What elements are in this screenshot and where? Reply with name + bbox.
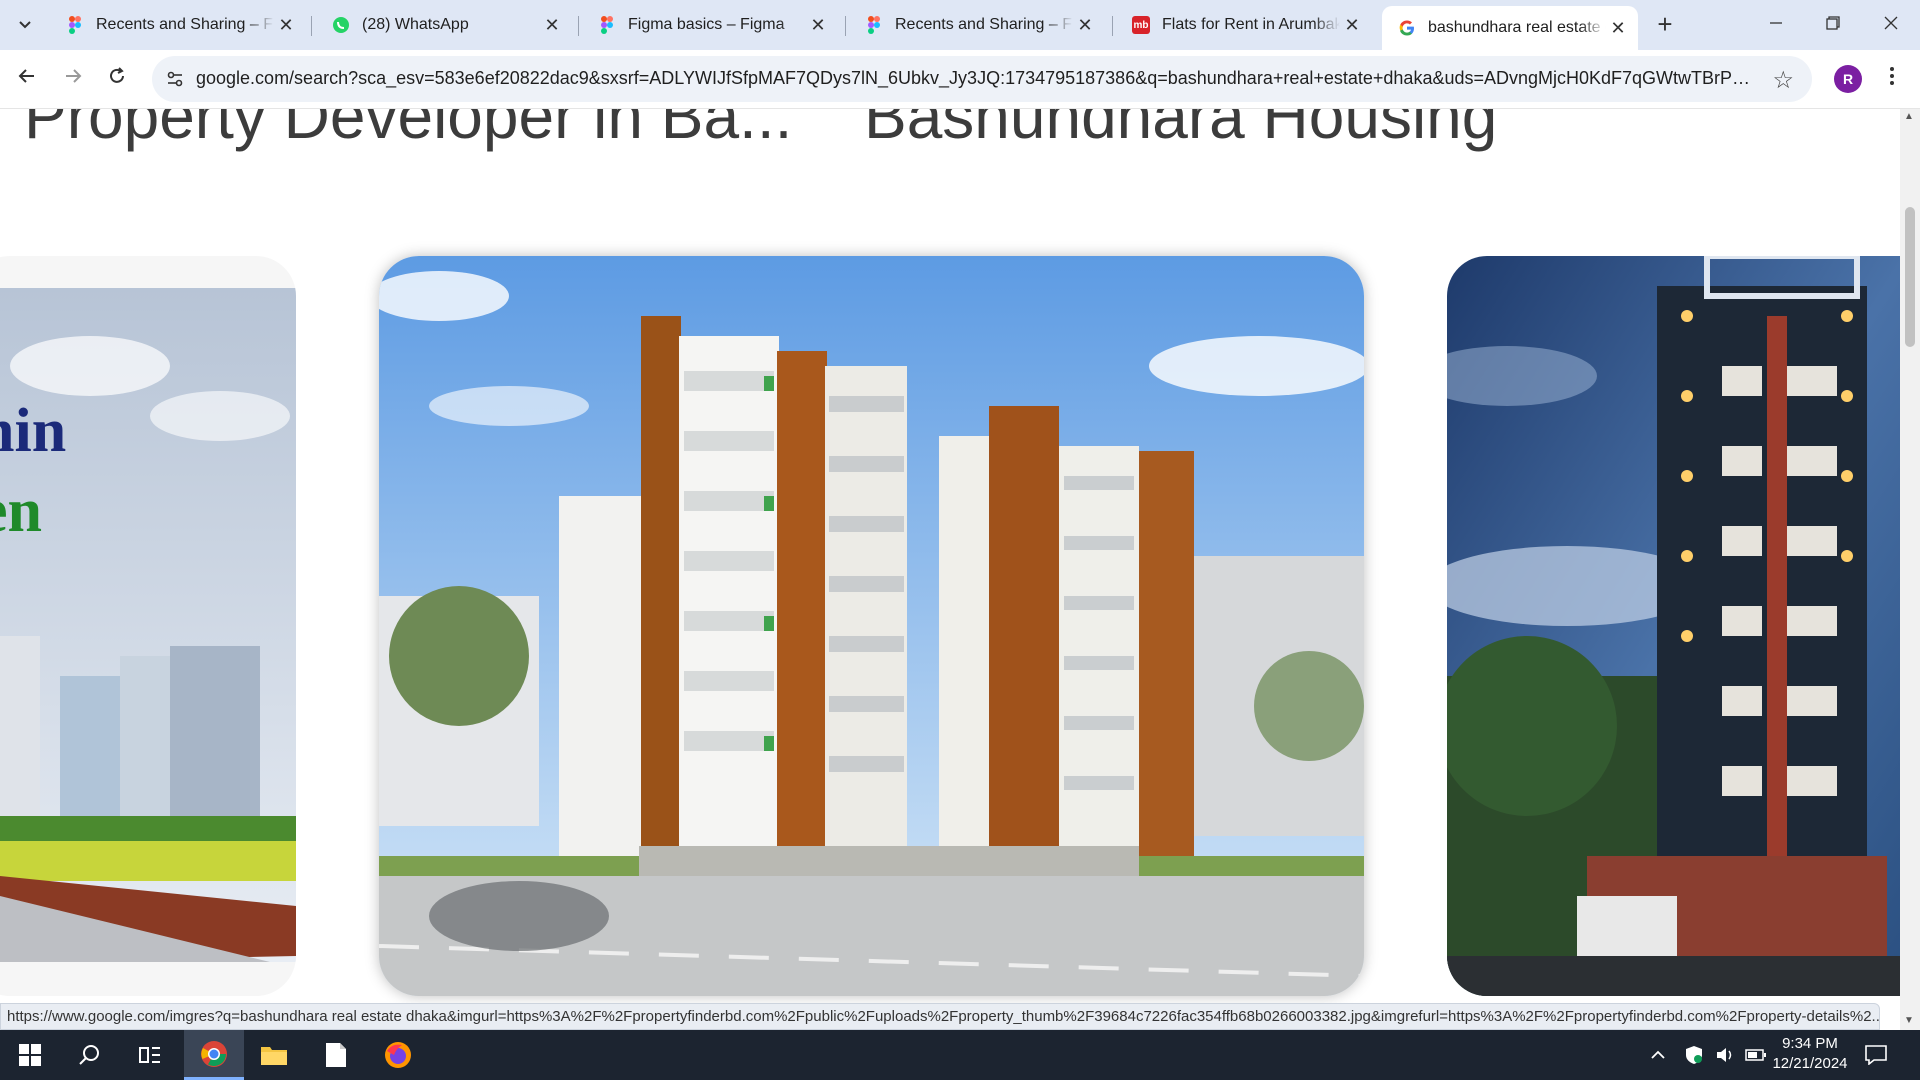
folder-icon [261,1047,287,1065]
tab-title: (28) WhatsApp [362,16,469,33]
chrome-icon [201,1040,227,1067]
taskbar-file-explorer[interactable] [244,1030,304,1080]
browser-toolbar: google.com/search?sca_esv=583e6ef20822da… [0,50,1920,109]
tab-figma-recents-2[interactable]: Recents and Sharing – Figma ✕ [849,6,1105,44]
windows-icon [19,1044,41,1066]
arrow-right-icon [66,69,82,83]
new-tab-button[interactable]: + [1650,10,1680,40]
close-icon[interactable]: ✕ [540,15,564,36]
taskbar-firefox[interactable] [368,1030,428,1080]
side-left-text-1: hin [0,397,66,465]
close-window-button[interactable] [1868,8,1914,40]
tab-title: Figma basics – Figma [628,16,785,33]
tab-title: bashundhara real estate dhaka [1428,19,1606,36]
image-card-left[interactable]: hin en [0,256,296,996]
figma-icon [66,16,84,34]
arrow-left-icon [18,69,34,83]
profile-avatar[interactable]: R [1834,65,1862,93]
tab-search-button[interactable] [8,10,42,40]
clock-time: 9:34 PM [1782,1035,1838,1052]
close-icon[interactable]: ✕ [1340,15,1364,36]
taskbar-chrome[interactable] [184,1030,244,1080]
site-info-icon[interactable] [162,66,188,92]
close-icon[interactable]: ✕ [274,15,298,36]
tray-chevron-icon[interactable] [1650,1030,1666,1080]
task-view-icon [139,1047,160,1063]
page-content: Property Developer in Ba... Bashundhara … [0,109,1900,1030]
search-icon [79,1045,99,1065]
restore-icon [1826,16,1840,30]
tab-separator [1112,16,1113,36]
windows-taskbar: 9:34 PM 12/21/2024 [0,1030,1920,1080]
system-clock[interactable]: 9:34 PM 12/21/2024 [1770,1034,1850,1074]
tab-strip: Recents and Sharing – Figma ✕ (28) Whats… [0,0,1920,50]
figma-icon [598,16,616,34]
back-button[interactable] [10,62,44,96]
reload-button[interactable] [100,62,134,96]
tab-separator [578,16,579,36]
taskbar-notepad[interactable] [306,1030,366,1080]
tab-separator [311,16,312,36]
link-status-bar: https://www.google.com/imgres?q=bashundh… [0,1003,1880,1030]
google-icon [1398,19,1416,37]
whatsapp-icon [332,16,350,34]
tab-title: Flats for Rent in Arumbakkam [1162,16,1340,33]
restore-button[interactable] [1810,8,1856,40]
minimize-icon [1770,22,1782,24]
browser-menu-button[interactable] [1880,62,1904,96]
tab-google-search[interactable]: bashundhara real estate dhaka ✕ [1382,6,1638,50]
task-view-button[interactable] [120,1030,180,1080]
tab-title: Recents and Sharing – Figma [96,16,274,33]
magicbricks-icon: mb [1132,16,1150,34]
result-title-left[interactable]: Property Developer in Ba... [24,109,792,153]
tab-separator [845,16,846,36]
start-button[interactable] [0,1030,60,1080]
close-icon[interactable]: ✕ [1073,15,1097,36]
image-thumbnail-left: hin en [0,256,296,996]
volume-icon[interactable] [1715,1030,1735,1080]
minimize-button[interactable] [1753,8,1799,40]
bookmark-star-icon[interactable]: ☆ [1772,66,1794,95]
scroll-thumb[interactable] [1905,207,1915,347]
tab-magicbricks[interactable]: mb Flats for Rent in Arumbakkam ✕ [1116,6,1372,44]
page-scrollbar[interactable]: ▲ ▼ [1900,109,1920,1030]
tab-title: Recents and Sharing – Figma [895,16,1073,33]
chevron-down-icon [19,21,31,29]
scroll-up-icon[interactable]: ▲ [1904,111,1914,122]
security-shield-icon[interactable] [1685,1030,1703,1080]
file-icon [326,1043,346,1067]
tab-whatsapp[interactable]: (28) WhatsApp ✕ [316,6,572,44]
image-thumbnail-center [379,256,1364,996]
battery-icon[interactable] [1745,1030,1767,1080]
image-card-center[interactable] [379,256,1364,996]
scroll-down-icon[interactable]: ▼ [1904,1015,1914,1026]
close-icon[interactable]: ✕ [1606,18,1630,39]
close-icon [1884,16,1898,30]
result-title-center[interactable]: Bashundhara Housing [864,109,1497,153]
more-vert-icon [1890,67,1894,85]
notifications-icon[interactable] [1865,1030,1887,1080]
tab-figma-basics[interactable]: Figma basics – Figma ✕ [582,6,838,44]
url-text[interactable]: google.com/search?sca_esv=583e6ef20822da… [196,68,1756,89]
image-thumbnail-right [1447,256,1900,996]
reload-icon [110,67,124,83]
firefox-icon [385,1042,411,1068]
image-card-right[interactable] [1447,256,1900,996]
figma-icon [865,16,883,34]
close-icon[interactable]: ✕ [806,15,830,36]
side-left-text-2: en [0,477,42,545]
address-bar[interactable]: google.com/search?sca_esv=583e6ef20822da… [152,56,1812,102]
forward-button[interactable] [56,62,90,96]
search-button[interactable] [60,1030,120,1080]
tab-figma-recents-1[interactable]: Recents and Sharing – Figma ✕ [50,6,306,44]
clock-date: 12/21/2024 [1772,1055,1848,1072]
